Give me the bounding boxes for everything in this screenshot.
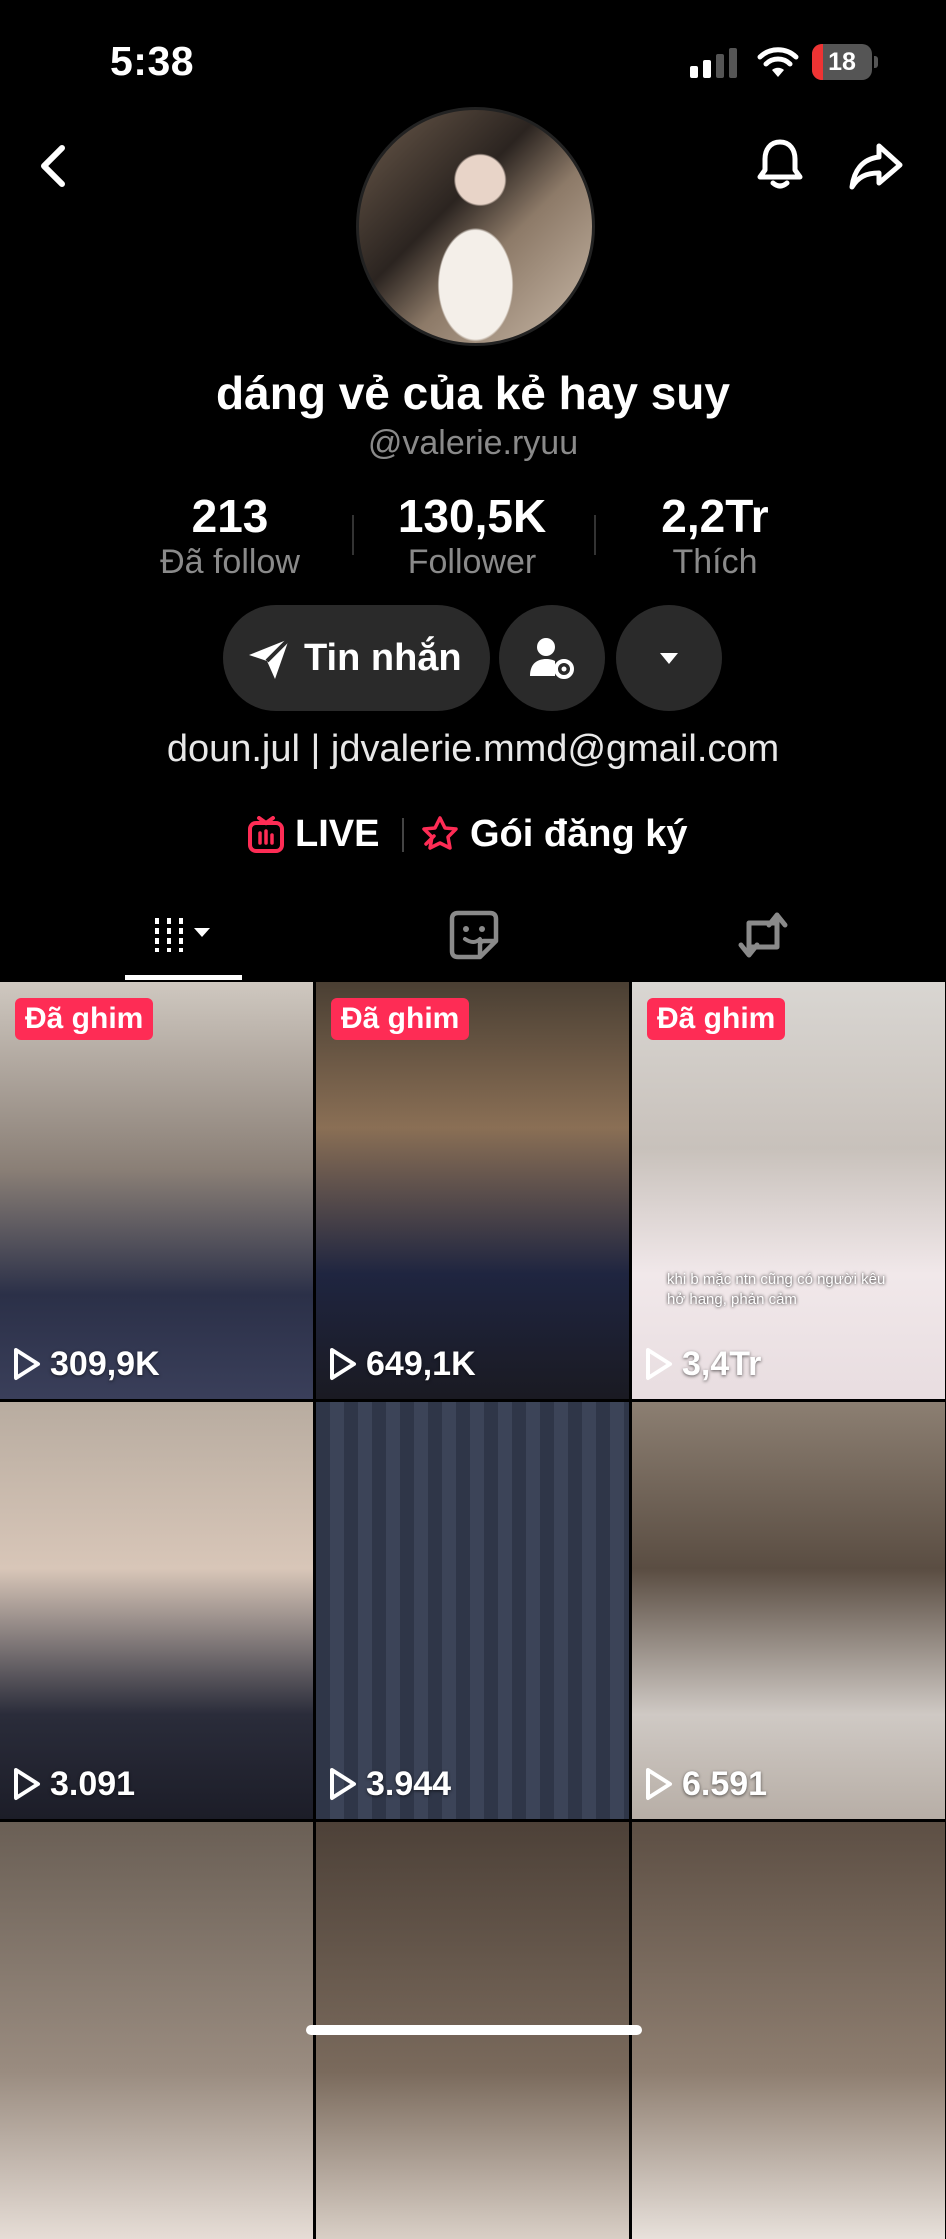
video-thumbnail[interactable]: Đã ghim 649,1K: [316, 982, 629, 1399]
battery-indicator: 18: [812, 44, 878, 80]
tab-favorites[interactable]: [444, 905, 504, 965]
view-count: 6.591: [644, 1759, 767, 1809]
more-options-button[interactable]: [616, 605, 722, 711]
status-time: 5:38: [110, 38, 195, 84]
tab-reposts[interactable]: [733, 905, 793, 965]
battery-level: 18: [828, 48, 856, 76]
stat-divider: [352, 515, 354, 555]
share-icon[interactable]: [848, 138, 904, 194]
stat-followers-value: 130,5K: [397, 490, 547, 542]
stat-likes-label: Thích: [672, 543, 758, 581]
play-icon: [14, 1348, 40, 1380]
friend-settings-button[interactable]: [499, 605, 605, 711]
back-icon[interactable]: [26, 138, 82, 194]
pinned-badge: Đã ghim: [15, 998, 154, 1040]
active-tab-indicator: [125, 975, 242, 980]
stat-divider: [594, 515, 596, 555]
view-count: 649,1K: [328, 1339, 476, 1389]
video-thumbnail[interactable]: 3.091: [0, 1402, 313, 1819]
avatar[interactable]: [356, 107, 595, 346]
view-count: 309,9K: [12, 1339, 160, 1389]
video-thumbnail[interactable]: Đã ghim 309,9K: [0, 982, 313, 1399]
video-thumbnail[interactable]: 3.944: [316, 1402, 629, 1819]
stat-following[interactable]: 213 Đã follow: [130, 490, 330, 582]
live-icon: [248, 816, 284, 853]
wifi-icon: [757, 47, 799, 77]
play-icon: [330, 1348, 356, 1380]
message-label: Tin nhắn: [304, 637, 462, 679]
video-grid: Đã ghim 309,9K Đã ghim 649,1K Đã ghim kh…: [0, 982, 946, 2239]
signal-icon: [690, 48, 737, 78]
video-thumbnail[interactable]: Đã ghim khi b mặc ntn cũng có người kêu …: [632, 982, 945, 1399]
subscription-icon: [422, 816, 458, 850]
grid-icon: [155, 918, 210, 952]
send-icon: [249, 637, 291, 679]
live-label: LIVE: [295, 813, 380, 855]
video-caption: khi b mặc ntn cũng có người kêu hở hang,…: [667, 1271, 886, 1308]
home-indicator: [306, 2025, 642, 2035]
view-count: 3.944: [328, 1759, 451, 1809]
play-icon: [646, 1768, 672, 1800]
message-button[interactable]: Tin nhắn: [223, 605, 490, 711]
play-icon: [330, 1768, 356, 1800]
stat-following-value: 213: [191, 490, 269, 542]
bell-icon[interactable]: [752, 136, 808, 192]
links-divider: [402, 818, 404, 852]
pinned-badge: Đã ghim: [647, 998, 786, 1040]
bio: doun.jul | jdvalerie.mmd@gmail.com: [166, 728, 780, 770]
stat-likes-value: 2,2Tr: [661, 490, 769, 542]
pinned-badge: Đã ghim: [331, 998, 470, 1040]
video-thumbnail[interactable]: [632, 1822, 945, 2239]
repost-icon: [738, 912, 788, 958]
display-name: dáng vẻ của kẻ hay suy: [216, 367, 730, 419]
view-count: 3,4Tr: [644, 1339, 761, 1389]
stat-followers[interactable]: 130,5K Follower: [372, 490, 572, 582]
play-icon: [14, 1768, 40, 1800]
subscription-label: Gói đăng ký: [470, 813, 688, 855]
view-count: 3.091: [12, 1759, 135, 1809]
play-icon: [646, 1348, 672, 1380]
tab-videos[interactable]: [125, 895, 242, 975]
person-settings-icon: [530, 638, 574, 679]
video-thumbnail[interactable]: 6.591: [632, 1402, 945, 1819]
stat-following-label: Đã follow: [160, 543, 300, 581]
stat-followers-label: Follower: [407, 543, 537, 581]
stat-likes[interactable]: 2,2Tr Thích: [615, 490, 815, 582]
username: @valerie.ryuu: [367, 424, 579, 462]
video-thumbnail[interactable]: [0, 1822, 313, 2239]
caret-down-icon: [660, 653, 678, 664]
favorites-icon: [449, 910, 499, 960]
